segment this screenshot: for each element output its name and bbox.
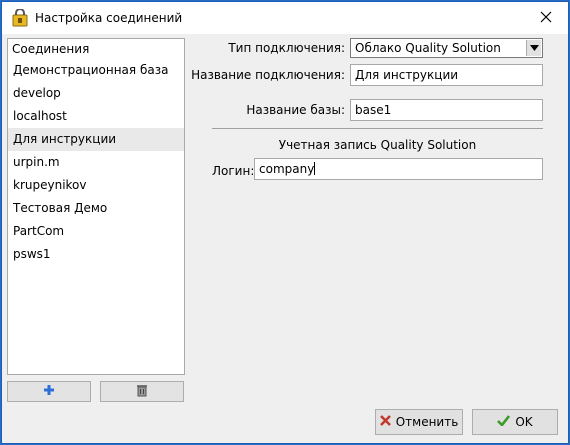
close-button[interactable] — [524, 2, 568, 34]
title-bar: Настройка соединений — [2, 2, 568, 34]
cancel-label: Отменить — [395, 415, 459, 429]
login-label: Логин: — [212, 164, 255, 178]
list-item[interactable]: urpin.m — [8, 151, 184, 174]
text-caret — [314, 162, 316, 175]
list-item[interactable]: PartCom — [8, 220, 184, 243]
close-icon — [540, 11, 552, 26]
chevron-down-icon — [526, 40, 541, 56]
trash-icon — [136, 384, 148, 400]
connection-name-input[interactable]: Для инструкции — [350, 64, 543, 86]
database-name-input[interactable]: base1 — [350, 99, 543, 121]
list-item[interactable]: localhost — [8, 105, 184, 128]
login-input[interactable]: company — [254, 158, 543, 180]
list-item[interactable]: psws1 — [8, 243, 184, 266]
plus-icon — [43, 384, 55, 399]
connection-type-select[interactable]: Облако Quality Solution — [350, 38, 543, 58]
database-lock-icon — [12, 8, 28, 27]
connection-type-value: Облако Quality Solution — [355, 41, 501, 55]
cancel-x-icon — [379, 415, 391, 429]
connections-list[interactable]: Соединения Демонстрационная база develop l… — [7, 38, 185, 375]
cancel-button[interactable]: Отменить — [375, 409, 463, 435]
database-name-label: Название базы: — [246, 103, 345, 117]
connection-name-label: Название подключения: — [191, 68, 345, 82]
connection-type-label: Тип подключения: — [228, 41, 345, 55]
ok-label: OK — [515, 415, 533, 429]
account-section-title: Учетная запись Quality Solution — [278, 138, 477, 152]
list-item[interactable]: develop — [8, 82, 184, 105]
list-item[interactable]: Тестовая Демо — [8, 197, 184, 220]
checkmark-icon — [497, 415, 511, 429]
connection-settings-window: Настройка соединений Соединения Демонстр… — [1, 1, 569, 444]
list-item[interactable]: krupeynikov — [8, 174, 184, 197]
window-title: Настройка соединений — [35, 11, 183, 25]
ok-button[interactable]: OK — [472, 409, 558, 435]
delete-connection-button[interactable] — [100, 381, 184, 402]
list-item[interactable]: Демонстрационная база — [8, 59, 184, 82]
list-item[interactable]: Для инструкции — [8, 128, 184, 151]
connections-list-header: Соединения — [12, 42, 90, 56]
add-connection-button[interactable] — [7, 381, 91, 402]
login-value: company — [259, 162, 315, 176]
section-divider — [212, 128, 543, 129]
